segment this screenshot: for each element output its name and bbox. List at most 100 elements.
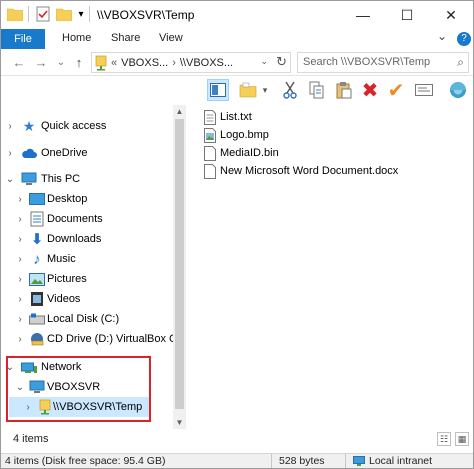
tree-item-music[interactable]: › ♪ Music: [1, 249, 173, 269]
expand-icon[interactable]: ›: [15, 294, 25, 305]
expand-icon[interactable]: ›: [15, 214, 25, 225]
tree-item-videos[interactable]: › Videos: [1, 289, 173, 309]
search-icon: ⌕: [457, 55, 464, 69]
file-name: New Microsoft Word Document.docx: [220, 165, 399, 177]
disk-free-space: 4 items (Disk free space: 95.4 GB): [5, 455, 166, 467]
details-view-button[interactable]: ☷: [437, 432, 451, 446]
pictures-folder-icon: [29, 271, 45, 287]
expand-icon[interactable]: ›: [15, 274, 25, 285]
new-folder-quick-icon[interactable]: [56, 6, 72, 22]
tab-file[interactable]: File: [1, 29, 45, 49]
paste-icon[interactable]: [333, 79, 355, 101]
item-count: 4 items: [13, 433, 49, 445]
cut-icon[interactable]: [279, 79, 301, 101]
network-folder-icon: [95, 55, 107, 71]
expand-icon[interactable]: ›: [15, 234, 25, 245]
tree-item-label: Downloads: [47, 233, 102, 245]
bitmap-file-icon: [203, 127, 216, 143]
new-folder-dropdown-icon[interactable]: ▾: [260, 79, 270, 101]
tab-view[interactable]: View: [159, 32, 183, 44]
address-bar[interactable]: « VBOXS... › \\VBOXS... ⌄ ↻: [91, 52, 291, 73]
bin-file-icon: [203, 145, 216, 161]
tree-item-label: CD Drive (D:) VirtualBox Gue: [47, 333, 186, 345]
scroll-down-icon[interactable]: ▼: [173, 416, 186, 429]
refresh-icon[interactable]: ↻: [276, 54, 287, 70]
network-highlight-box: [6, 356, 151, 422]
copy-icon[interactable]: [306, 79, 328, 101]
rename-icon[interactable]: [413, 79, 435, 101]
ribbon-tabs: File Home Share View ⌄ ?: [1, 29, 473, 49]
tree-item-label: Music: [47, 253, 76, 265]
tree-item-cd-drive[interactable]: › CD Drive (D:) VirtualBox Gue: [1, 329, 186, 349]
large-icons-view-button[interactable]: ▦: [455, 432, 469, 446]
help-icon[interactable]: ?: [457, 32, 471, 46]
music-folder-icon: ♪: [33, 250, 41, 268]
back-button[interactable]: ←: [11, 54, 27, 70]
tab-share[interactable]: Share: [111, 32, 140, 44]
toolbar: ▾ ✖ ✔: [1, 76, 473, 104]
forward-button[interactable]: →: [33, 54, 49, 70]
title-bar: ▾ \\VBOXSVR\Temp — ☐ ✕: [1, 1, 473, 29]
tree-item-pictures[interactable]: › Pictures: [1, 269, 173, 289]
title-divider: [28, 6, 29, 22]
tree-item-local-disk[interactable]: › Local Disk (C:): [1, 309, 173, 329]
expand-icon[interactable]: ›: [15, 254, 25, 265]
delete-icon[interactable]: ✖: [359, 79, 381, 102]
tree-item-label: Documents: [47, 213, 103, 225]
file-item-word-docx[interactable]: New Microsoft Word Document.docx: [203, 162, 398, 180]
address-segment[interactable]: VBOXS...: [121, 57, 168, 69]
collapse-icon[interactable]: ⌄: [5, 174, 15, 185]
tree-item-label: Local Disk (C:): [47, 313, 120, 325]
tree-item-desktop[interactable]: › Desktop: [1, 189, 173, 209]
tree-item-label: Videos: [47, 293, 81, 305]
drive-icon: [29, 311, 45, 327]
address-separator[interactable]: ›: [172, 57, 176, 69]
explorer-window: ▾ \\VBOXSVR\Temp — ☐ ✕ File Home Share V…: [0, 0, 474, 469]
address-segment[interactable]: \\VBOXS...: [180, 57, 233, 69]
search-input[interactable]: Search \\VBOXSVR\Temp ⌕: [297, 52, 469, 73]
scroll-up-icon[interactable]: ▲: [173, 105, 186, 118]
docx-file-icon: [203, 163, 216, 179]
tree-item-this-pc[interactable]: ⌄ This PC: [1, 169, 173, 189]
maximize-button[interactable]: ☐: [387, 1, 427, 29]
window-title: \\VBOXSVR\Temp: [97, 8, 195, 22]
tree-item-quick-access[interactable]: › ★ Quick access: [1, 116, 173, 136]
tree-item-label: This PC: [41, 173, 81, 185]
scroll-thumb[interactable]: [175, 119, 184, 409]
text-file-icon: [203, 109, 216, 125]
recent-locations-button[interactable]: ⌄: [53, 54, 69, 70]
expand-icon[interactable]: ›: [5, 148, 15, 159]
title-divider: [89, 6, 90, 22]
expand-icon[interactable]: ›: [5, 121, 15, 132]
preview-pane-icon[interactable]: [207, 79, 229, 101]
security-zone: Local intranet: [353, 455, 432, 467]
expand-icon[interactable]: ›: [15, 314, 25, 325]
minimize-button[interactable]: —: [343, 1, 383, 29]
tab-home[interactable]: Home: [62, 32, 91, 44]
properties-checkmark-icon[interactable]: [35, 6, 51, 22]
address-dropdown-icon[interactable]: ⌄: [260, 56, 268, 67]
expand-icon[interactable]: ›: [15, 194, 25, 205]
file-item-mediaid-bin[interactable]: MediaID.bin: [203, 144, 279, 162]
address-overflow[interactable]: «: [111, 57, 117, 69]
file-item-logo-bmp[interactable]: Logo.bmp: [203, 126, 269, 144]
close-button[interactable]: ✕: [431, 1, 471, 29]
tree-item-onedrive[interactable]: › OneDrive: [1, 143, 173, 163]
folder-icon: [7, 6, 23, 22]
expand-ribbon-icon[interactable]: ⌄: [437, 29, 447, 43]
navigation-scrollbar[interactable]: ▲ ▼: [173, 105, 186, 429]
intranet-icon: [353, 455, 365, 467]
customize-toolbar-dropdown-icon[interactable]: ▾: [75, 6, 87, 22]
documents-folder-icon: [29, 211, 45, 227]
expand-icon[interactable]: ›: [15, 334, 25, 345]
up-button[interactable]: ↑: [71, 54, 87, 70]
tree-item-label: Desktop: [47, 193, 88, 205]
tree-item-documents[interactable]: › Documents: [1, 209, 173, 229]
search-placeholder: Search \\VBOXSVR\Temp: [303, 56, 431, 68]
new-folder-icon[interactable]: [237, 79, 259, 101]
tree-item-downloads[interactable]: › ⬇ Downloads: [1, 229, 173, 249]
file-item-list-txt[interactable]: List.txt: [203, 108, 252, 126]
cloud-icon: [21, 145, 37, 161]
properties-icon[interactable]: [447, 79, 469, 101]
checkmark-icon[interactable]: ✔: [385, 79, 407, 102]
